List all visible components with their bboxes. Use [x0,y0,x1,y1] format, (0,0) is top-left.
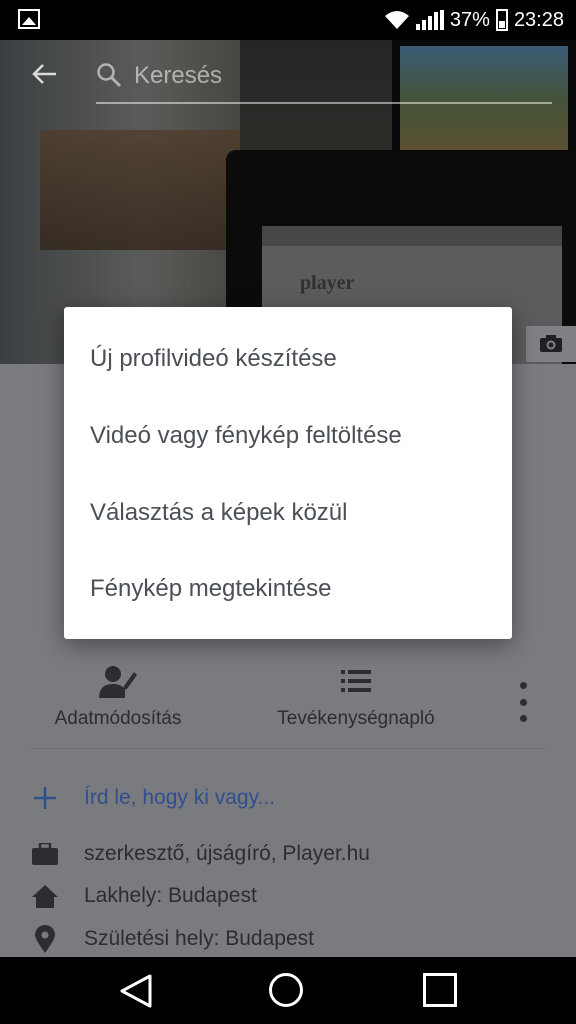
nav-recent-icon[interactable] [423,973,457,1007]
status-indicators: 37% 23:28 [384,7,564,33]
clock: 23:28 [513,8,564,31]
add-intro-link[interactable]: Írd le, hogy ki vagy... [84,786,275,810]
search-input[interactable]: Keresés [134,62,222,90]
menu-item-choose-from-photos[interactable]: Választás a képek közül [90,499,347,527]
navigation-bar [0,957,576,1024]
search-icon [97,63,122,88]
birthplace-row: Születési hely: Budapest [30,925,314,953]
menu-item-upload-media[interactable]: Videó vagy fénykép feltöltése [90,422,402,450]
home-icon [30,882,60,910]
battery-percent: 37% [449,8,490,31]
residence-row: Lakhely: Budapest [30,882,257,910]
work-row: szerkesztő, újságíró, Player.hu [30,840,370,868]
more-icon[interactable] [518,682,528,722]
activity-log-label: Tevékenységnapló [277,708,435,729]
camera-icon [540,335,562,352]
profile-picture-menu: Új profilvideó készítése Videó vagy fény… [64,307,512,639]
work-text: szerkesztő, újságíró, Player.hu [84,842,370,865]
status-bar: 37% 23:28 [0,0,576,40]
edit-profile-label: Adatmódosítás [54,708,182,729]
activity-log-icon [341,670,371,692]
location-pin-icon [30,925,60,953]
image-icon [18,9,40,29]
back-arrow-icon[interactable] [30,60,60,90]
edit-profile-button[interactable]: Adatmódosítás [50,662,186,730]
edit-profile-icon [99,666,137,698]
add-intro-row[interactable]: Írd le, hogy ki vagy... [30,784,275,812]
search-underline [96,102,552,104]
divider [30,748,546,749]
search-bar: Keresés [30,52,560,104]
battery-icon [495,9,508,31]
wifi-icon [384,11,409,29]
residence-text: Lakhely: Budapest [84,884,257,907]
menu-item-view-photo[interactable]: Fénykép megtekintése [90,575,331,603]
activity-log-button[interactable]: Tevékenységnapló [272,662,440,730]
camera-button[interactable] [526,326,576,362]
briefcase-icon [30,840,60,868]
plus-icon [30,784,60,812]
birthplace-text: Születési hely: Budapest [84,927,314,950]
menu-item-new-profile-video[interactable]: Új profilvideó készítése [90,345,337,373]
nav-back-icon[interactable] [118,973,154,1009]
signal-icon [415,10,444,30]
nav-home-icon[interactable] [269,973,303,1007]
